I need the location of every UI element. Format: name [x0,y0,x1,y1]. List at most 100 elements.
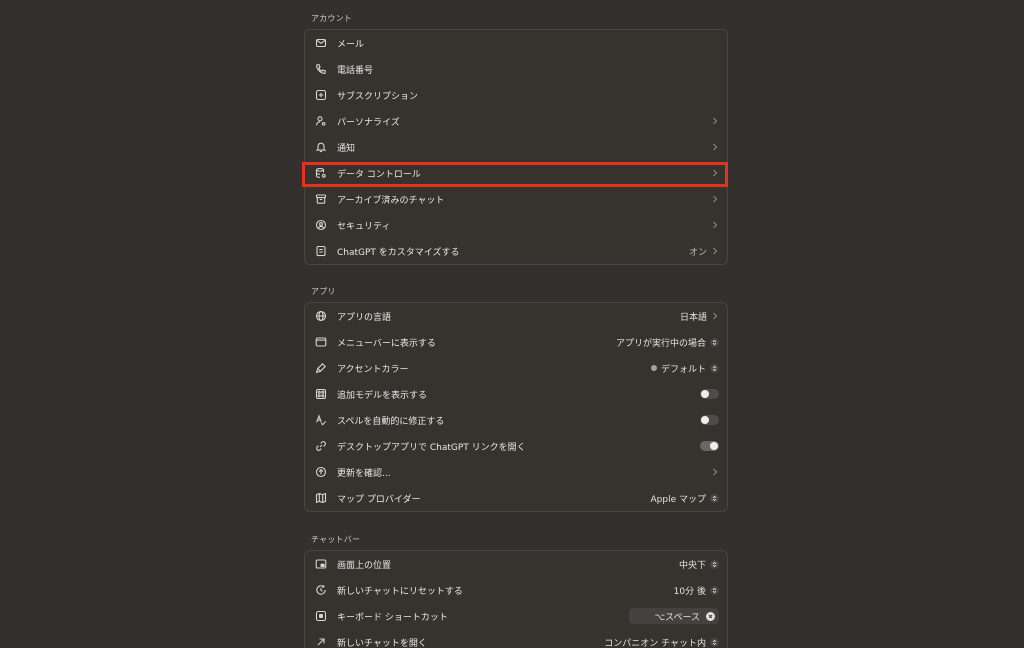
row-label: メール [337,39,365,50]
update-icon [315,466,327,478]
accent-swatch [650,365,657,371]
row-label: スペルを自動的に修正する [337,416,445,427]
reset-value: 10分 後 [673,586,706,597]
row-screen-position[interactable]: 画面上の位置 中央下 [305,551,727,577]
row-label: サブスクリプション [337,91,419,102]
row-label: 追加モデルを表示する [337,390,428,401]
row-label: 通知 [337,143,356,154]
chevron-right-icon [711,168,719,178]
row-keyboard-shortcut[interactable]: キーボード ショートカット ⌥スペース [305,603,727,629]
row-label: ChatGPT をカスタマイズする [337,247,460,258]
position-value: 中央下 [678,560,706,571]
mail-icon [315,37,327,49]
chatbar-card: 画面上の位置 中央下 新しいチャットにリセットする 10分 後 キーボード ショ… [304,550,728,648]
chevron-right-icon [711,246,719,256]
updown-chevron-icon [710,559,719,569]
row-data-controls[interactable]: データ コントロール [305,160,727,186]
row-label: キーボード ショートカット [337,612,448,623]
updown-chevron-icon [710,637,719,647]
row-label: デスクトップアプリで ChatGPT リンクを開く [337,442,526,453]
updown-chevron-icon [710,493,719,503]
row-right [700,389,719,399]
row-app-language[interactable]: アプリの言語 日本語 [305,303,727,329]
row-label: セキュリティ [337,221,391,232]
section-title-chatbar: チャットバー [311,535,361,544]
map-provider-select[interactable]: Apple マップ [651,492,719,505]
autocorrect-toggle[interactable] [700,415,719,425]
accent-value: デフォルト [660,364,706,375]
row-label: アーカイブ済みのチャット [337,195,445,206]
shield-user-icon [315,219,327,231]
chevron-right-icon [711,311,719,321]
link-icon [315,440,327,452]
row-phone[interactable]: 電話番号 [305,56,727,82]
open-chat-icon [315,636,327,648]
clear-shortcut-icon[interactable] [706,611,715,621]
open-links-toggle[interactable] [700,441,719,451]
row-additional-models[interactable]: 追加モデルを表示する [305,381,727,407]
chevron-right-icon [711,116,719,126]
row-personalize[interactable]: パーソナライズ [305,108,727,134]
row-open-links[interactable]: デスクトップアプリで ChatGPT リンクを開く [305,433,727,459]
language-value: 日本語 [679,312,707,323]
row-menubar[interactable]: メニューバーに表示する アプリが実行中の場合 [305,329,727,355]
row-subscription[interactable]: サブスクリプション [305,82,727,108]
toggle-knob [710,442,718,450]
row-label: アクセントカラー [337,364,409,375]
window-icon [315,336,327,348]
map-icon [315,492,327,504]
bell-icon [315,141,327,153]
updown-chevron-icon [710,363,719,373]
row-label: 画面上の位置 [337,560,392,571]
keyboard-icon [315,610,327,622]
row-customize-chatgpt[interactable]: ChatGPT をカスタマイズする オン [305,238,727,264]
row-right: 日本語 [680,310,719,323]
open-chat-select[interactable]: コンパニオン チャット内 [604,636,719,648]
shortcut-keys: ⌥スペース [654,612,700,623]
spellcheck-icon [315,414,327,426]
row-label: 新しいチャットにリセットする [337,586,463,597]
row-notifications[interactable]: 通知 [305,134,727,160]
row-label: アプリの言語 [337,312,392,323]
row-map-provider[interactable]: マップ プロバイダー Apple マップ [305,485,727,511]
customize-value: オン [688,247,707,258]
toggle-knob [701,390,709,398]
toggle-knob [701,416,709,424]
row-right [711,116,719,126]
shortcut-recorder[interactable]: ⌥スペース [629,608,719,624]
paint-icon [315,362,327,374]
row-right [700,441,719,451]
database-settings-icon [315,167,327,179]
row-check-updates[interactable]: 更新を確認... [305,459,727,485]
chevron-right-icon [711,142,719,152]
reset-icon [315,584,327,596]
row-label: パーソナライズ [337,117,400,128]
row-reset-chat[interactable]: 新しいチャットにリセットする 10分 後 [305,577,727,603]
row-email[interactable]: メール [305,30,727,56]
updown-chevron-icon [710,585,719,595]
row-right [711,168,719,178]
globe-icon [315,310,327,322]
accent-select[interactable]: デフォルト [650,362,719,375]
row-archived-chats[interactable]: アーカイブ済みのチャット [305,186,727,212]
additional-models-toggle[interactable] [700,389,719,399]
app-card: アプリの言語 日本語 メニューバーに表示する アプリが実行中の場合 アクセントカ… [304,302,728,512]
row-label: 電話番号 [337,65,374,76]
phone-icon [315,63,327,75]
row-right [711,467,719,477]
section-title-account: アカウント [311,14,352,23]
row-autocorrect[interactable]: スペルを自動的に修正する [305,407,727,433]
position-select[interactable]: 中央下 [679,558,719,571]
row-right [711,194,719,204]
models-icon [315,388,327,400]
row-right [711,220,719,230]
reset-select[interactable]: 10分 後 [674,584,719,597]
menubar-select[interactable]: アプリが実行中の場合 [616,336,719,349]
row-open-new-chat[interactable]: 新しいチャットを開く コンパニオン チャット内 [305,629,727,648]
row-label: 新しいチャットを開く [337,638,427,648]
person-settings-icon [315,115,327,127]
row-security[interactable]: セキュリティ [305,212,727,238]
row-label: 更新を確認... [337,468,391,479]
row-right [711,142,719,152]
row-accent-color[interactable]: アクセントカラー デフォルト [305,355,727,381]
